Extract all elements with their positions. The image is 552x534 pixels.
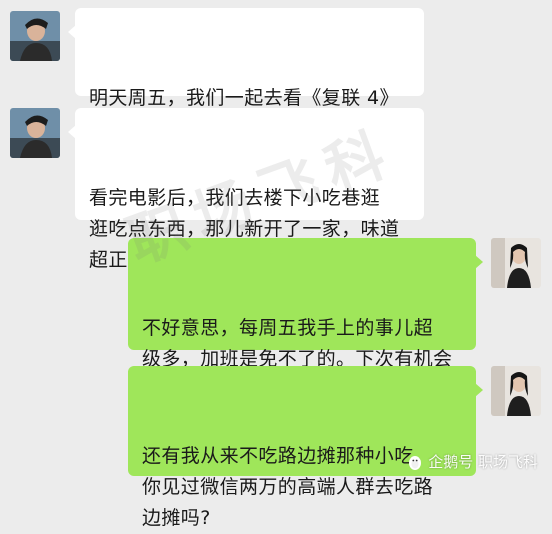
contact-avatar[interactable] (10, 108, 60, 158)
person-avatar-icon (491, 238, 541, 288)
chat-thread: 明天周五，我们一起去看《复联 4》 怎么样? 据说超刺激 看完电影后，我们去楼下… (0, 0, 552, 529)
message-bubble-received[interactable]: 明天周五，我们一起去看《复联 4》 怎么样? 据说超刺激 (68, 8, 424, 140)
self-avatar[interactable] (491, 366, 541, 416)
bubble-tail (475, 255, 483, 269)
person-avatar-icon (10, 108, 60, 158)
bubble-tail (68, 125, 76, 139)
penguin-logo-icon (409, 455, 422, 470)
person-avatar-icon (491, 366, 541, 416)
message-bubble-sent[interactable]: 不好意思，每周五我手上的事儿超 级多，加班是免不了的。下次有机会 在一起看吧 (128, 238, 483, 401)
bubble-tail (475, 383, 483, 397)
person-avatar-icon (10, 11, 60, 61)
corner-watermark: 企鹅号 职场飞科 (406, 451, 538, 472)
self-avatar[interactable] (491, 238, 541, 288)
corner-watermark-text: 企鹅号 职场飞科 (428, 453, 538, 471)
message-text: 还有我从来不吃路边摊那种小吃， 你见过微信两万的高端人群去吃路 边摊吗? (142, 445, 434, 529)
message-bubble-received[interactable]: 看完电影后，我们去楼下小吃巷逛 逛吃点东西，那儿新开了一家，味道 超正宗 (68, 108, 424, 271)
bubble-tail (68, 25, 76, 39)
contact-avatar[interactable] (10, 11, 60, 61)
